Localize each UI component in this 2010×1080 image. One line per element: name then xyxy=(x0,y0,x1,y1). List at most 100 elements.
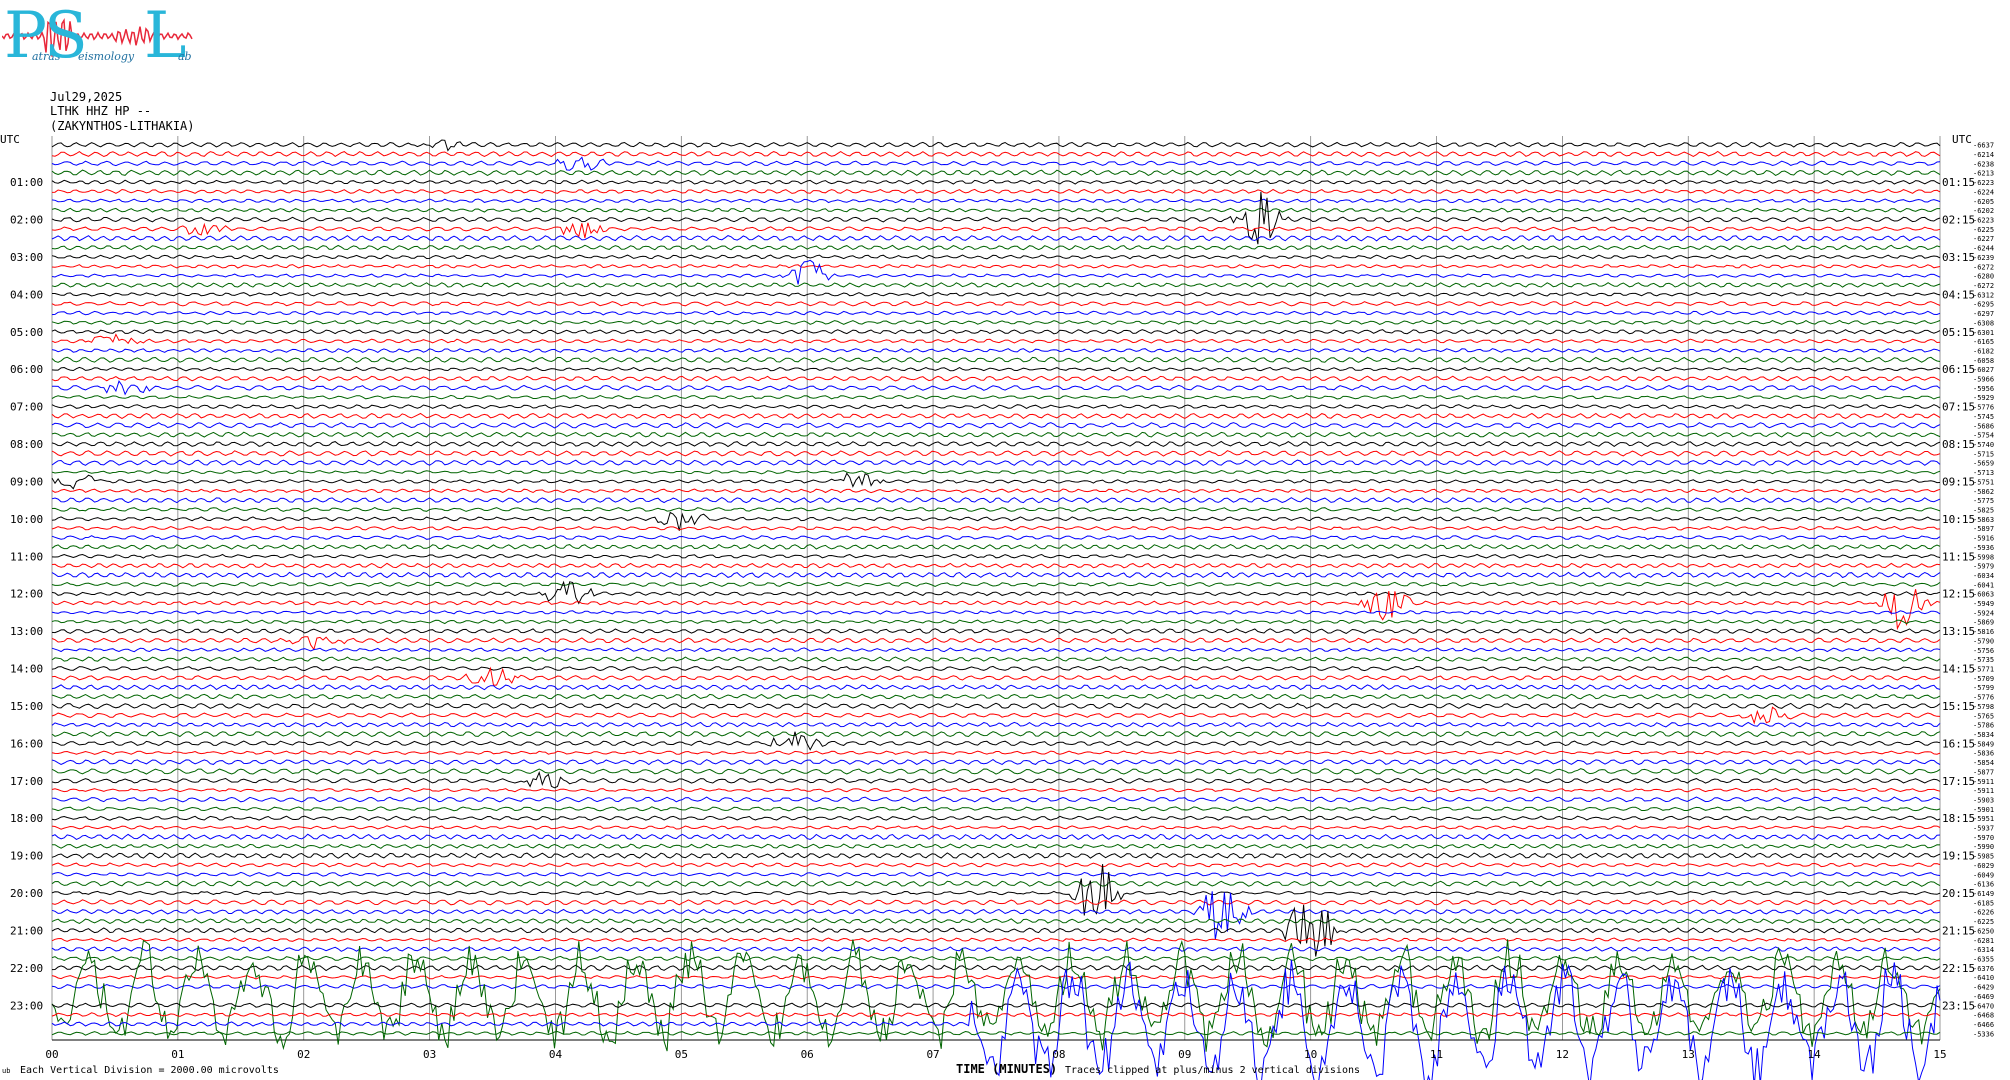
seismic-trace xyxy=(51,319,1941,325)
seismic-trace xyxy=(51,665,1941,672)
trace-offset-label: -5970 xyxy=(1973,834,1994,842)
trace-offset-label: -5863 xyxy=(1973,516,1994,524)
x-axis-title: TIME (MINUTES) xyxy=(956,1062,1058,1076)
seismic-trace xyxy=(51,333,1941,345)
right-hour-label: 21:15 xyxy=(1942,924,1975,937)
seismic-trace xyxy=(51,169,1941,177)
seismic-trace xyxy=(51,983,1941,990)
trace-offset-label: -5798 xyxy=(1973,703,1994,711)
seismic-trace xyxy=(51,730,1941,738)
seismic-trace xyxy=(51,610,1941,615)
trace-offset-label: -6149 xyxy=(1973,890,1994,898)
trace-offset-label: -5686 xyxy=(1973,422,1994,430)
trace-offset-label: -6301 xyxy=(1973,329,1994,337)
seismic-trace xyxy=(51,348,1941,353)
x-tick-label: 03 xyxy=(423,1048,436,1061)
trace-offset-label: -6312 xyxy=(1973,291,1994,299)
left-hour-label: 18:00 xyxy=(10,812,43,825)
right-hour-label: 02:15 xyxy=(1942,214,1975,227)
seismic-trace xyxy=(51,459,1941,466)
left-hour-label: 12:00 xyxy=(10,588,43,601)
trace-offset-label: -5816 xyxy=(1973,628,1994,636)
seismic-trace xyxy=(51,1012,1941,1018)
trace-offset-label: -5985 xyxy=(1973,853,1994,861)
x-tick-label: 12 xyxy=(1556,1048,1569,1061)
seismic-trace xyxy=(51,263,1941,269)
left-axis-title: UTC xyxy=(0,133,20,146)
seismic-trace xyxy=(51,946,1941,953)
seismic-trace xyxy=(51,787,1941,793)
trace-offset-label: -5924 xyxy=(1973,609,1994,617)
right-hour-label: 11:15 xyxy=(1942,550,1975,563)
trace-offset-label: -6239 xyxy=(1973,254,1994,262)
seismic-trace xyxy=(51,198,1941,204)
x-tick-label: 05 xyxy=(675,1048,688,1061)
trace-offset-label: -5998 xyxy=(1973,553,1994,561)
seismic-trace xyxy=(51,562,1941,569)
right-hour-label: 04:15 xyxy=(1942,288,1975,301)
trace-offset-label: -5966 xyxy=(1973,376,1994,384)
trace-offset-label: -6225 xyxy=(1973,226,1994,234)
seismic-trace xyxy=(51,706,1941,725)
trace-offset-label: -5834 xyxy=(1973,731,1994,739)
trace-offset-label: -6213 xyxy=(1973,170,1994,178)
seismic-trace xyxy=(51,571,1941,579)
seismic-trace xyxy=(51,862,1941,868)
left-hour-label: 17:00 xyxy=(10,775,43,788)
x-tick-label: 11 xyxy=(1430,1048,1443,1061)
seismic-trace xyxy=(51,731,1941,751)
trace-offset-label: -6225 xyxy=(1973,918,1994,926)
trace-offset-label: -6314 xyxy=(1973,946,1994,954)
left-hour-label: 04:00 xyxy=(10,288,43,301)
trace-offset-label: -6223 xyxy=(1973,179,1994,187)
trace-offset-label: -5937 xyxy=(1973,825,1994,833)
trace-offset-label: -5897 xyxy=(1973,525,1994,533)
trace-offset-label: -6058 xyxy=(1973,357,1994,365)
seismic-trace xyxy=(51,702,1941,710)
seismic-trace xyxy=(51,450,1941,457)
trace-offset-label: -5825 xyxy=(1973,506,1994,514)
trace-offset-label: -6027 xyxy=(1973,366,1994,374)
right-hour-label: 07:15 xyxy=(1942,401,1975,414)
trace-group xyxy=(51,139,1941,1080)
seismic-trace xyxy=(51,666,1941,686)
x-tick-label: 10 xyxy=(1304,1048,1317,1061)
trace-offset-label: -6238 xyxy=(1973,160,1994,168)
trace-offset-label: -5775 xyxy=(1973,497,1994,505)
clipping-note: Traces clipped at plus/minus 2 vertical … xyxy=(1065,1065,1361,1076)
seismic-trace xyxy=(51,684,1941,691)
x-tick-label: 13 xyxy=(1682,1048,1695,1061)
seismic-trace xyxy=(51,619,1940,625)
trace-offset-label: -5877 xyxy=(1973,768,1994,776)
x-tick-label: 09 xyxy=(1178,1048,1191,1061)
left-hour-label: 22:00 xyxy=(10,962,43,975)
seismic-trace xyxy=(51,506,1941,513)
right-hour-label: 10:15 xyxy=(1942,513,1975,526)
right-hour-label: 09:15 xyxy=(1942,475,1975,488)
seismic-trace xyxy=(51,188,1941,194)
left-hour-label: 07:00 xyxy=(10,401,43,414)
trace-offset-label: -5754 xyxy=(1973,432,1994,440)
seismic-trace xyxy=(51,412,1941,420)
vertical-division-note: Each Vertical Division = 2000.00 microvo… xyxy=(20,1065,279,1076)
seismic-trace xyxy=(51,955,1941,962)
trace-offset-label: -5715 xyxy=(1973,450,1994,458)
trace-offset-label: -5740 xyxy=(1973,441,1994,449)
x-tick-label: 00 xyxy=(45,1048,58,1061)
right-hour-label: 01:15 xyxy=(1942,176,1975,189)
trace-offset-label: -6049 xyxy=(1973,871,1994,879)
seismic-trace xyxy=(51,488,1941,494)
right-hour-label: 18:15 xyxy=(1942,812,1975,825)
seismic-trace xyxy=(51,918,1941,924)
right-hour-label: 16:15 xyxy=(1942,737,1975,750)
trace-offset-label: -6029 xyxy=(1973,862,1994,870)
trace-offset-label: -6185 xyxy=(1973,899,1994,907)
left-hour-label: 16:00 xyxy=(10,737,43,750)
seismic-trace xyxy=(51,244,1941,251)
right-hour-label: 23:15 xyxy=(1942,999,1975,1012)
trace-offset-label: -5862 xyxy=(1973,488,1994,496)
trace-offset-label: -6637 xyxy=(1973,142,1994,150)
seismic-trace xyxy=(51,891,1941,940)
left-hour-label: 09:00 xyxy=(10,475,43,488)
left-hour-label: 02:00 xyxy=(10,214,43,227)
